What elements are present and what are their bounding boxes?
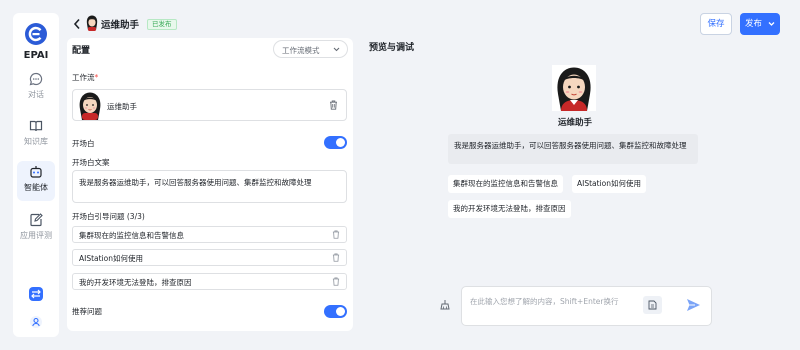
mode-select-value: 工作流模式 — [282, 46, 320, 55]
trash-icon[interactable] — [332, 230, 340, 239]
edit-note-icon — [29, 213, 43, 227]
guide-question-row[interactable]: 我的开发环境无法登陆，排查原因 — [72, 273, 347, 290]
back-arrow-icon[interactable] — [73, 18, 81, 30]
guide-question-text: 我的开发环境无法登陆，排查原因 — [79, 278, 192, 287]
suggestion-chip[interactable]: AIStation如何使用 — [572, 175, 647, 193]
publish-button-label: 发布 — [745, 19, 763, 29]
trash-icon[interactable] — [329, 100, 338, 110]
opening-text-label: 开场白文案 — [72, 158, 110, 167]
opening-text-value: 我是服务器运维助手，可以回答服务器使用问题、集群监控和故障处理 — [79, 178, 312, 187]
opening-text-field[interactable]: 我是服务器运维助手，可以回答服务器使用问题、集群监控和故障处理 — [72, 170, 347, 203]
opening-toggle[interactable] — [324, 136, 347, 149]
nav-item-evaluation[interactable]: 应用评测 — [17, 209, 55, 249]
chevron-down-icon — [333, 47, 340, 52]
toggle-knob — [336, 307, 345, 316]
chat-bubble-icon — [29, 72, 43, 86]
brand-name: EPAI — [23, 50, 49, 61]
user-icon[interactable] — [29, 315, 43, 329]
page-title: 运维助手 — [101, 20, 140, 31]
file-upload-icon[interactable] — [643, 296, 662, 314]
opening-label: 开场白 — [72, 139, 95, 148]
recommend-label: 推荐问题 — [72, 307, 102, 316]
guide-question-text: 集群现在的监控信息和告警信息 — [79, 231, 184, 240]
bot-avatar-icon — [552, 65, 596, 111]
nav-item-label: 知识库 — [24, 137, 48, 146]
robot-icon — [29, 165, 43, 179]
suggestion-chip[interactable]: 我的开发环境无法登陆，排查原因 — [448, 200, 571, 218]
guide-question-row[interactable]: 集群现在的监控信息和告警信息 — [72, 226, 347, 243]
nav-item-label: 对话 — [28, 90, 44, 99]
chat-input-placeholder: 在此输入您想了解的内容，Shift+Enter换行 — [470, 297, 619, 306]
recommend-toggle[interactable] — [324, 305, 347, 318]
toggle-knob — [336, 138, 345, 147]
chevron-down-icon — [768, 21, 775, 27]
workflow-label-text: 工作流 — [72, 73, 95, 82]
sidebar-nav: EPAI 对话 知识库 智能体 应用评测 — [13, 13, 59, 337]
trash-icon[interactable] — [332, 253, 340, 262]
workflow-label: 工作流* — [72, 72, 98, 83]
broom-icon[interactable] — [440, 299, 450, 310]
bot-name: 运维助手 — [557, 118, 592, 128]
required-mark: * — [94, 73, 99, 82]
agent-avatar-icon — [85, 15, 99, 31]
save-button[interactable]: 保存 — [700, 13, 732, 35]
swap-arrows-icon[interactable] — [29, 287, 43, 301]
suggestion-chip[interactable]: 集群现在的监控信息和告警信息 — [448, 175, 563, 193]
guide-question-text: AIStation如何使用 — [79, 254, 144, 263]
send-icon[interactable] — [686, 298, 701, 312]
workflow-name: 运维助手 — [107, 102, 137, 111]
nav-item-agent[interactable]: 智能体 — [17, 161, 55, 201]
guide-question-row[interactable]: AIStation如何使用 — [72, 249, 347, 266]
nav-item-chat[interactable]: 对话 — [17, 68, 55, 108]
guide-questions-label: 开场白引导问题 (3/3) — [72, 212, 145, 221]
intro-message-text: 我是服务器运维助手，可以回答服务器使用问题、集群监控和故障处理 — [454, 141, 687, 150]
publish-button[interactable]: 发布 — [740, 13, 780, 35]
trash-icon[interactable] — [332, 277, 340, 286]
preview-heading: 预览与调试 — [369, 43, 415, 53]
epai-logo-icon — [24, 22, 48, 46]
nav-item-label: 智能体 — [24, 183, 48, 192]
status-badge: 已发布 — [147, 19, 177, 30]
mode-select[interactable]: 工作流模式 — [273, 40, 348, 58]
intro-message: 我是服务器运维助手，可以回答服务器使用问题、集群监控和故障处理 — [448, 134, 698, 164]
nav-item-label: 应用评测 — [20, 231, 52, 240]
config-heading: 配置 — [72, 46, 91, 56]
chat-input[interactable]: 在此输入您想了解的内容，Shift+Enter换行 — [461, 286, 712, 326]
